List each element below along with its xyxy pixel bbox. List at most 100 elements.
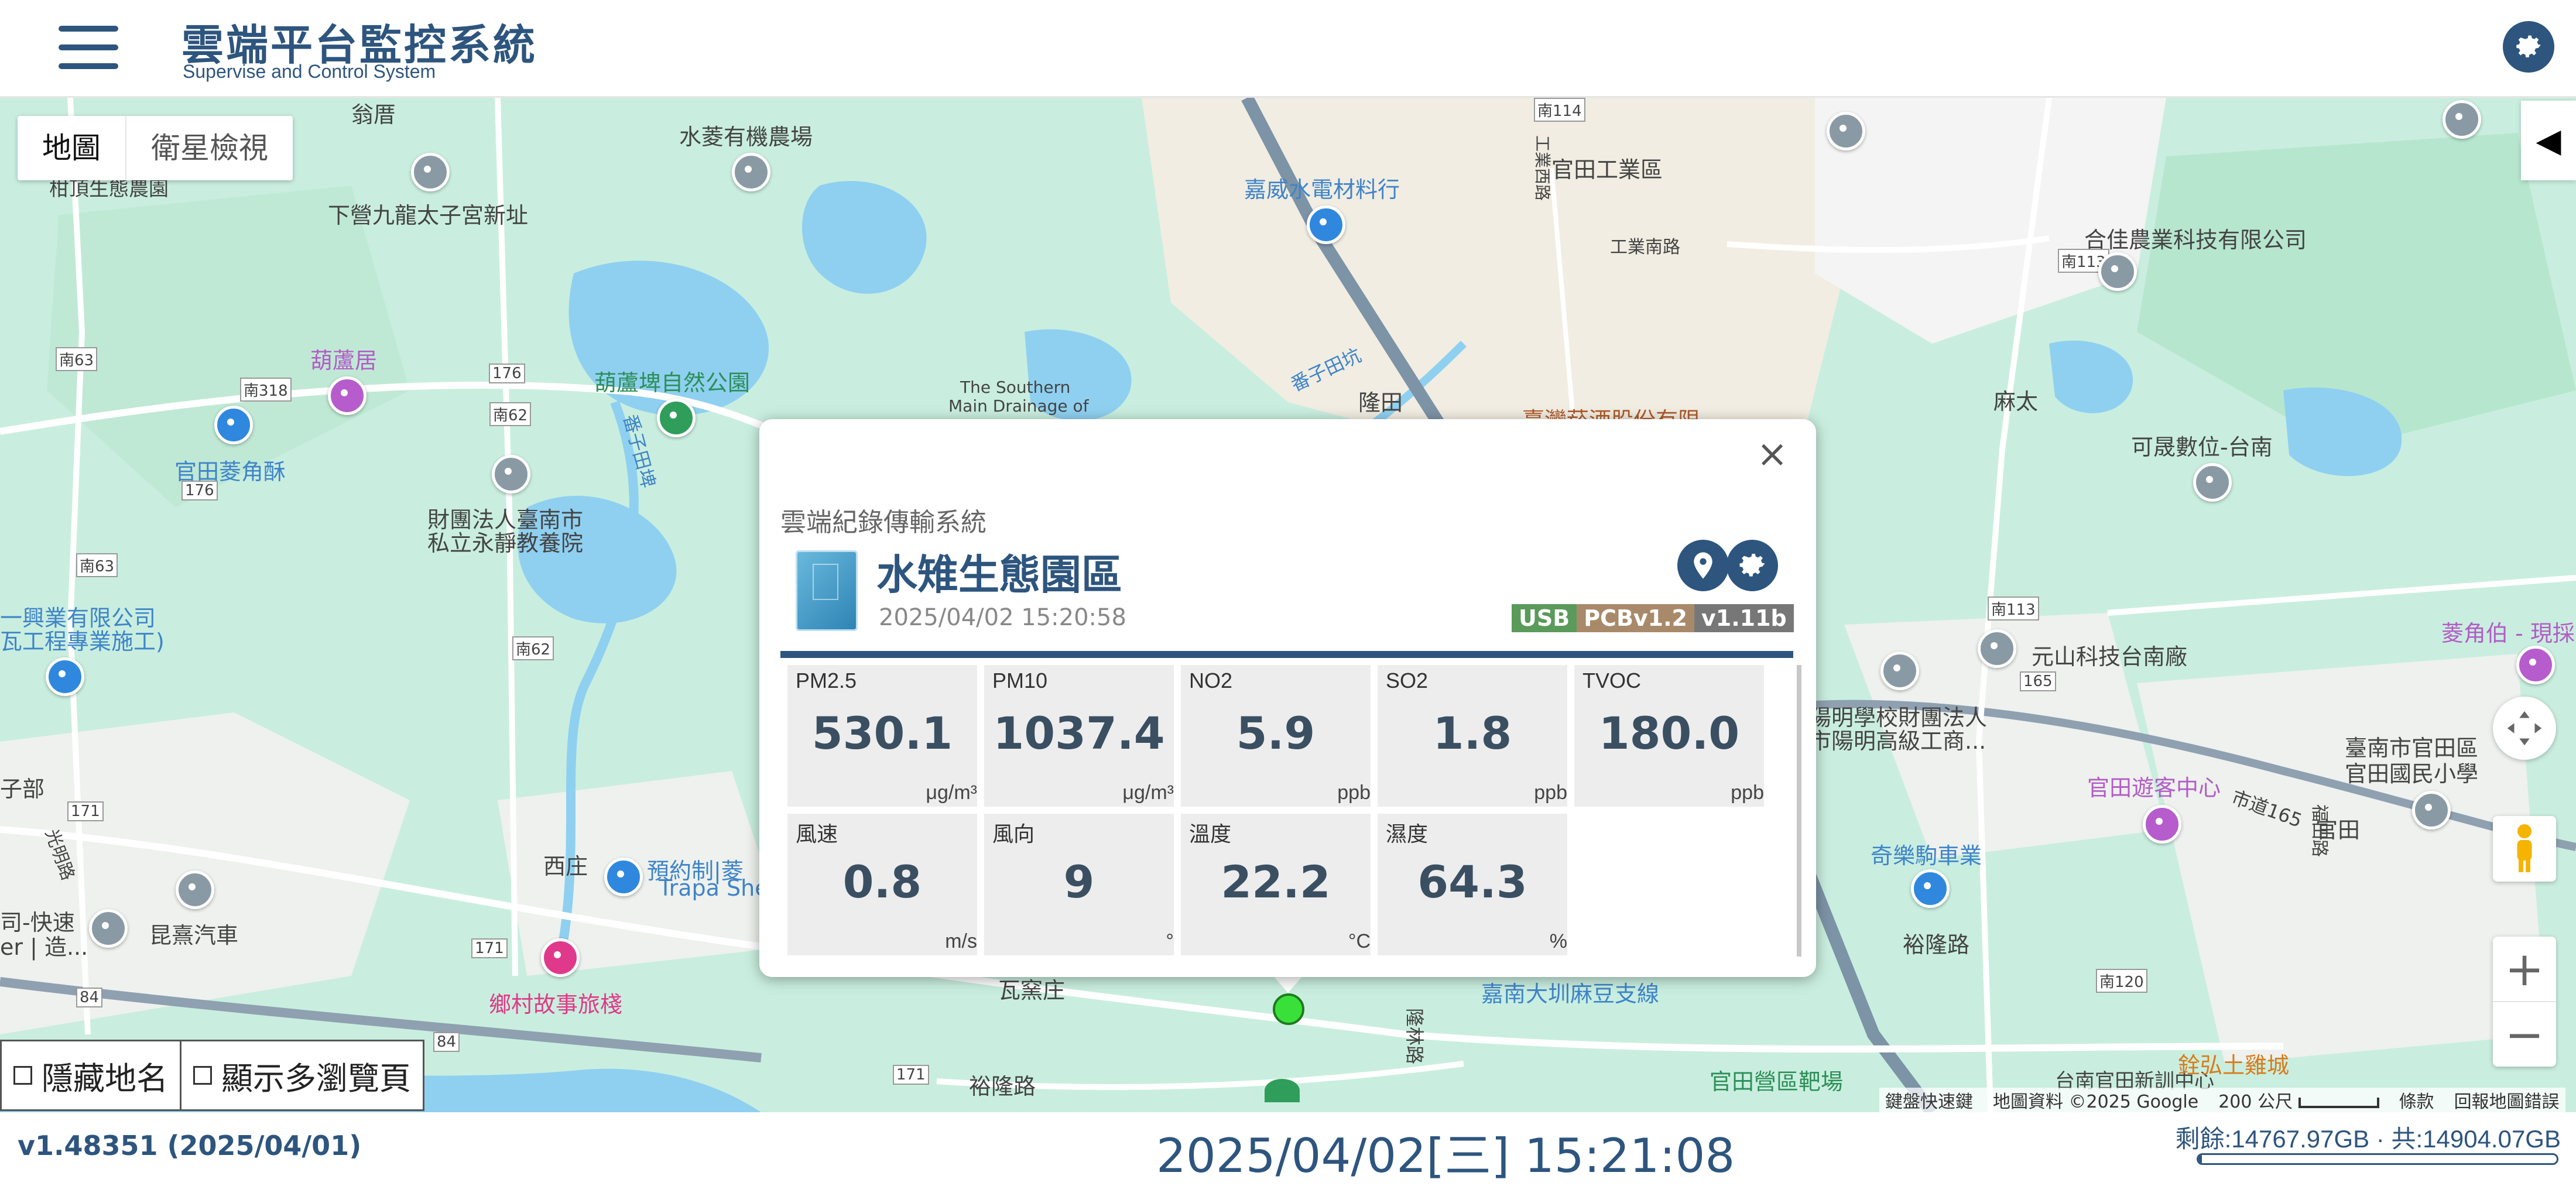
status-footer: v1.48351 (2025/04/01) 2025/04/02[三] 15:2… (0, 1112, 2576, 1183)
map-poi-pin[interactable] (176, 870, 214, 909)
map-poi-pin[interactable] (604, 858, 643, 896)
map-label: 鄉村故事旅棧 (489, 992, 623, 1017)
map-poi-pin[interactable] (541, 938, 580, 977)
map-attribution: 鍵盤快速鍵 地圖資料 ©2025 Google 200 公尺 條款 回報地圖錯誤 (1879, 1088, 2565, 1112)
map-poi-pin[interactable] (732, 153, 770, 191)
map-poi-pin[interactable] (89, 909, 128, 948)
map-poi-pin[interactable] (214, 406, 253, 444)
map-poi-pin[interactable] (2098, 252, 2137, 291)
checkbox-label: 隱藏地名 (42, 1060, 168, 1097)
reading-name: SO2 (1386, 669, 1429, 693)
reading-unit: ppb (1337, 781, 1371, 804)
map-label: 銓弘土雞城 (2178, 1053, 2290, 1078)
device-settings-gear-icon[interactable] (1727, 540, 1778, 591)
map-poi-pin[interactable] (2412, 791, 2451, 829)
storage-progress-fill (2198, 1155, 2202, 1163)
hide-place-names-checkbox[interactable]: 隱藏地名 (0, 1040, 181, 1111)
road-sign: 南62 (512, 636, 554, 660)
zoom-control: + − (2493, 937, 2556, 1067)
road-sign: 84 (433, 1032, 460, 1052)
map-poi-pin[interactable] (1307, 205, 1345, 244)
reading-tile-wind-direction: 風向 9 ° (984, 814, 1174, 955)
road-sign: 171 (67, 801, 104, 821)
station-marker-base[interactable] (1265, 1079, 1300, 1102)
reading-name: TVOC (1582, 669, 1642, 693)
map-poi-pin[interactable] (657, 399, 696, 437)
road-sign: 84 (76, 988, 103, 1007)
map-label: 菱角伯 - 現採 (2441, 621, 2575, 646)
map-type-control: 地圖 衛星檢視 (18, 116, 293, 180)
reading-name: PM2.5 (796, 669, 857, 693)
zoom-in-button[interactable]: + (2493, 937, 2556, 1002)
map-label: 翁厝 (351, 102, 396, 128)
close-icon[interactable]: × (1755, 436, 1790, 473)
road-sign: 176 (489, 364, 525, 383)
reading-value: 22.2 (1221, 856, 1331, 908)
reading-value: 9 (1063, 856, 1095, 908)
map-poi-pin[interactable] (1978, 629, 2016, 668)
map-poi-pin[interactable] (2443, 100, 2481, 139)
keyboard-shortcuts-link[interactable]: 鍵盤快速鍵 (1885, 1087, 1973, 1113)
popup-actions (1677, 540, 1778, 591)
popup-divider (780, 651, 1793, 658)
checkbox-box[interactable] (13, 1066, 32, 1085)
map-label: 嘉威水電材料行 (1244, 177, 1400, 203)
map-type-map-button[interactable]: 地圖 (18, 116, 126, 180)
reading-unit: μg/m³ (1122, 781, 1174, 804)
map-options-panel: 隱藏地名 顯示多瀏覽頁 (0, 1040, 424, 1111)
map-type-satellite-button[interactable]: 衛星檢視 (126, 116, 293, 180)
map-poi-pin[interactable] (1827, 112, 1865, 150)
show-multi-pages-checkbox[interactable]: 顯示多瀏覽頁 (181, 1040, 424, 1111)
collapse-panel-icon[interactable]: ◀ (2521, 101, 2576, 180)
reading-value: 1037.4 (993, 707, 1165, 759)
report-error-link[interactable]: 回報地圖錯誤 (2454, 1087, 2560, 1113)
terms-link[interactable]: 條款 (2399, 1087, 2434, 1113)
map-poi-pin[interactable] (2516, 646, 2555, 684)
map-poi-pin[interactable] (2143, 805, 2181, 844)
map-poi-pin[interactable] (46, 657, 84, 696)
map-label: 官田國民小學 (2345, 761, 2479, 787)
checkbox-box[interactable] (193, 1066, 212, 1085)
station-marker[interactable] (1273, 993, 1304, 1025)
map-label: 官田遊客中心 (2087, 775, 2221, 801)
reading-tile-wind-speed: 風速 0.8 m/s (787, 814, 977, 955)
map-label: 子部 (0, 776, 45, 802)
map-label: 下營九龍太子宮新址 (328, 203, 529, 228)
road-sign: 165 (2020, 671, 2056, 691)
map-poi-pin[interactable] (1911, 869, 1950, 908)
map-label: 水菱有機農場 (679, 124, 813, 150)
reading-unit: ° (1166, 930, 1174, 952)
map-label: 官田工業區 (1551, 157, 1663, 183)
station-popup: × 雲端紀錄傳輸系統 水雉生態園區 2025/04/02 15:20:58 US… (759, 419, 1816, 977)
map-label: 隆林路 (1403, 1007, 1426, 1065)
zoom-out-button[interactable]: − (2493, 1002, 2556, 1067)
map-poi-pin[interactable] (328, 376, 366, 415)
map-poi-pin[interactable] (1880, 652, 1919, 690)
reading-tile-pm10: PM10 1037.4 μg/m³ (984, 665, 1174, 807)
map-data-credit: 地圖資料 ©2025 Google (1993, 1092, 2199, 1112)
reading-name: PM10 (992, 669, 1048, 693)
location-pin-icon[interactable] (1677, 540, 1729, 591)
reading-tile-temperature: 溫度 22.2 °C (1181, 814, 1371, 955)
device-image (796, 550, 858, 631)
map-scale[interactable]: 200 公尺 (2218, 1087, 2379, 1113)
reading-value: 180.0 (1598, 707, 1740, 759)
reading-value: 530.1 (811, 707, 953, 759)
map-poi-pin[interactable] (411, 153, 450, 191)
camera-control-icon[interactable] (2493, 697, 2556, 760)
reading-name: 風速 (796, 822, 838, 846)
road-sign: 南120 (2096, 969, 2147, 993)
app-subtitle: Supervise and Control System (183, 61, 436, 82)
map-poi-pin[interactable] (492, 455, 530, 493)
reading-value: 0.8 (842, 856, 922, 908)
map-label: 工業南路 (1610, 237, 1680, 258)
map-poi-pin[interactable] (2193, 463, 2232, 502)
street-view-pegman-icon[interactable] (2493, 816, 2556, 882)
map-label: 瓦窯庄 (998, 978, 1066, 1003)
storage-progress-bar (2197, 1153, 2558, 1165)
reading-tile-no2: NO2 5.9 ppb (1181, 665, 1371, 807)
reading-unit: ppb (1731, 781, 1764, 804)
firmware-badge: v1.11b (1694, 604, 1794, 632)
hamburger-menu-icon[interactable] (59, 23, 118, 70)
settings-gear-icon[interactable] (2503, 21, 2554, 73)
